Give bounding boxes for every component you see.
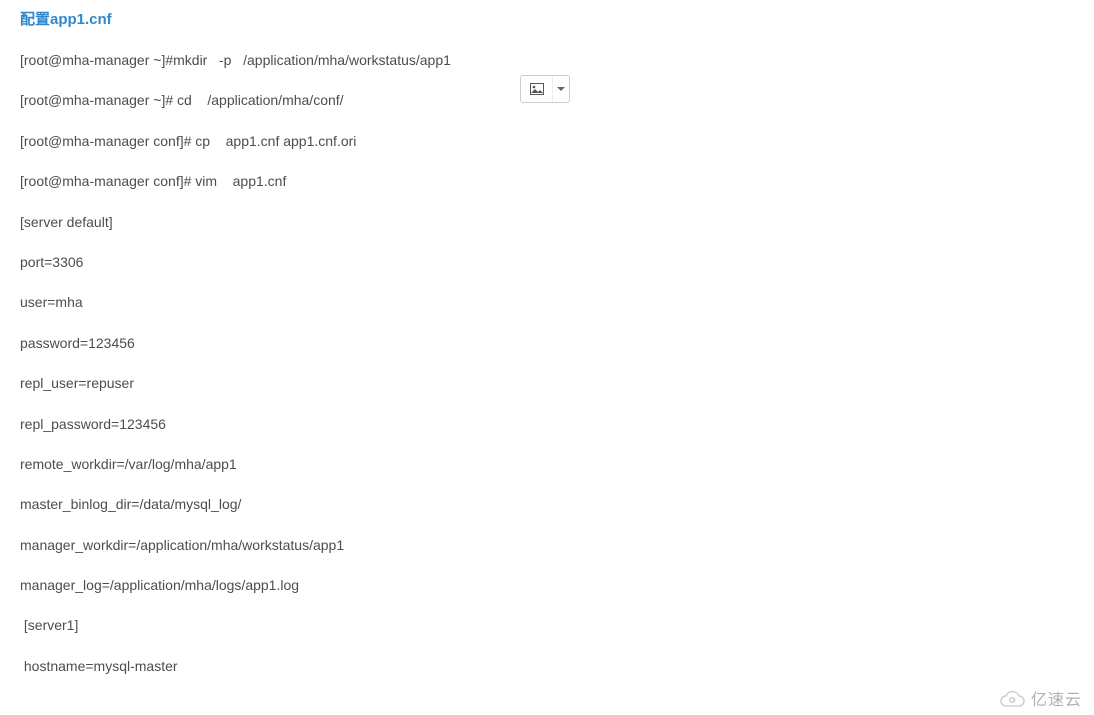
code-line: repl_user=repuser: [20, 372, 1074, 394]
code-line: [root@mha-manager ~]#mkdir -p /applicati…: [20, 49, 1074, 71]
code-line: [server default]: [20, 211, 1074, 233]
document-content: 配置app1.cnf [root@mha-manager ~]#mkdir -p…: [0, 0, 1094, 715]
code-line: repl_password=123456: [20, 413, 1074, 435]
code-line: [root@mha-manager conf]# vim app1.cnf: [20, 170, 1074, 192]
code-line: manager_workdir=/application/mha/worksta…: [20, 534, 1074, 556]
image-icon: [521, 76, 553, 102]
watermark: 亿速云: [999, 686, 1082, 710]
code-line: hostname=mysql-master: [20, 655, 1074, 677]
watermark-text: 亿速云: [1031, 686, 1082, 710]
code-line: manager_log=/application/mha/logs/app1.l…: [20, 574, 1074, 596]
code-line: [server1]: [20, 614, 1074, 636]
code-line: port=3306: [20, 251, 1074, 273]
code-line: master_binlog_dir=/data/mysql_log/: [20, 493, 1074, 515]
code-line: remote_workdir=/var/log/mha/app1: [20, 453, 1074, 475]
cloud-icon: [999, 688, 1025, 708]
code-line: [root@mha-manager conf]# cp app1.cnf app…: [20, 130, 1074, 152]
code-line: user=mha: [20, 291, 1074, 313]
code-line: password=123456: [20, 332, 1074, 354]
chevron-down-icon: [553, 76, 569, 102]
section-heading: 配置app1.cnf: [20, 8, 1074, 29]
image-dropdown-button[interactable]: [520, 75, 570, 103]
